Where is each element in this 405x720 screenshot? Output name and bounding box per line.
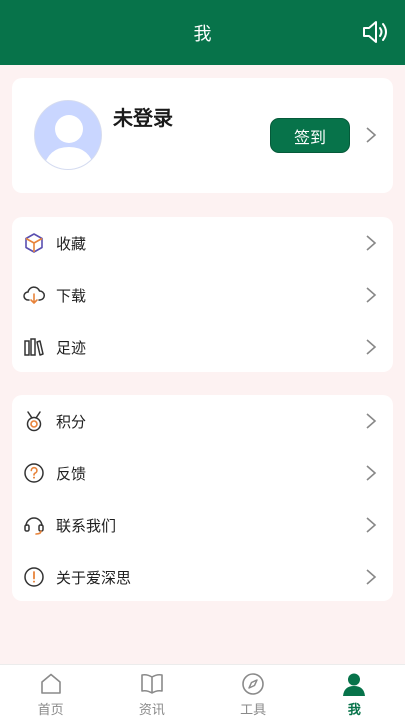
- tab-news[interactable]: 资讯: [101, 665, 202, 720]
- default-user-avatar: [35, 101, 101, 169]
- chevron-right-icon[interactable]: [364, 126, 378, 144]
- username-label: 未登录: [113, 106, 173, 130]
- menu-item-feedback[interactable]: 反馈: [12, 447, 393, 499]
- page-title: 我: [193, 23, 212, 45]
- info-circle-icon: [24, 567, 44, 587]
- menu-item-about[interactable]: 关于爱深思: [12, 551, 393, 603]
- medal-icon: [26, 411, 42, 432]
- chevron-right-icon: [366, 287, 377, 303]
- books-icon: [24, 338, 44, 356]
- menu-label: 收藏: [56, 234, 87, 253]
- tab-tools[interactable]: 工具: [203, 665, 304, 720]
- menu-item-points[interactable]: 积分: [12, 395, 393, 447]
- menu-label: 下载: [56, 286, 87, 305]
- menu-label: 积分: [56, 412, 87, 431]
- headset-icon: [24, 517, 44, 535]
- menu-item-contact[interactable]: 联系我们: [12, 499, 393, 551]
- profile-card[interactable]: 未登录 签到: [12, 78, 393, 193]
- tab-home[interactable]: 首页: [0, 665, 101, 720]
- menu-item-favorites[interactable]: 收藏: [12, 217, 393, 269]
- chevron-right-icon: [366, 517, 377, 533]
- chevron-right-icon: [366, 465, 377, 481]
- compass-icon: [242, 673, 264, 695]
- menu-label: 关于爱深思: [56, 568, 132, 587]
- menu-label: 足迹: [56, 338, 87, 357]
- cube-icon: [25, 233, 43, 253]
- book-open-icon: [141, 673, 163, 694]
- cloud-download-icon: [23, 286, 45, 304]
- home-icon: [40, 673, 61, 694]
- tab-label: 我: [347, 703, 361, 718]
- chevron-right-icon: [366, 413, 377, 429]
- menu-group-1: 收藏 下载 足迹: [12, 217, 393, 372]
- top-header: 我: [0, 0, 405, 65]
- bottom-tab-bar: 首页 资讯 工具 我: [0, 664, 405, 720]
- tab-label: 首页: [37, 703, 64, 718]
- user-icon: [343, 673, 366, 696]
- chevron-right-icon: [366, 569, 377, 585]
- chevron-right-icon: [366, 235, 377, 251]
- tab-label: 资讯: [138, 703, 165, 718]
- checkin-button[interactable]: 签到: [270, 118, 350, 153]
- menu-item-history[interactable]: 足迹: [12, 321, 393, 373]
- chevron-right-icon: [366, 339, 377, 355]
- avatar[interactable]: [34, 100, 102, 170]
- question-circle-icon: [24, 463, 44, 483]
- menu-item-downloads[interactable]: 下载: [12, 269, 393, 321]
- tab-me[interactable]: 我: [304, 665, 405, 720]
- menu-label: 联系我们: [56, 516, 117, 535]
- speaker-icon[interactable]: [361, 18, 389, 46]
- menu-group-2: 积分 反馈 联系我们 关于爱深思: [12, 395, 393, 601]
- menu-label: 反馈: [56, 464, 87, 483]
- tab-label: 工具: [240, 703, 267, 718]
